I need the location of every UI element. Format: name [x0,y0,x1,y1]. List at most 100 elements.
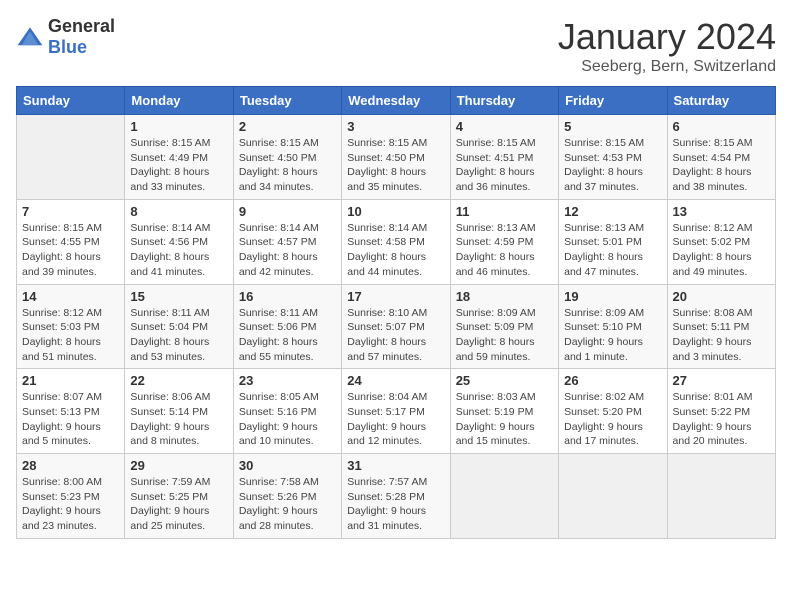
day-number: 29 [130,458,227,473]
calendar-cell: 3Sunrise: 8:15 AMSunset: 4:50 PMDaylight… [342,115,450,200]
calendar-cell: 25 Sunrise: 8:03 AMSunset: 5:19 PMDayligh… [450,369,558,454]
day-info: Sunrise: 8:11 AMSunset: 5:04 PMDaylight:… [130,306,227,365]
weekday-header: Sunday [17,87,125,115]
calendar-subtitle: Seeberg, Bern, Switzerland [558,58,776,76]
day-info: Sunrise: 8:06 AMSunset: 5:14 PMDaylight:… [130,390,227,449]
calendar-week-row: 14Sunrise: 8:12 AMSunset: 5:03 PMDayligh… [17,284,776,369]
calendar-cell [667,454,775,539]
logo-blue: Blue [48,37,87,57]
day-info: Sunrise: 8:14 AMSunset: 4:56 PMDaylight:… [130,221,227,280]
day-number: 19 [564,289,661,304]
calendar-cell: 6 Sunrise: 8:15 AMSunset: 4:54 PMDaylight… [667,115,775,200]
logo-general: General [48,16,115,36]
day-info: Sunrise: 8:15 AMSunset: 4:54 PMDaylight:… [673,136,770,195]
day-number: 23 [239,373,336,388]
logo-text: General Blue [48,16,115,58]
calendar-cell: 24 Sunrise: 8:04 AMSunset: 5:17 PMDayligh… [342,369,450,454]
day-number: 28 [22,458,119,473]
day-info: Sunrise: 8:03 AMSunset: 5:19 PMDaylight:… [456,390,553,449]
calendar-cell: 8 Sunrise: 8:14 AMSunset: 4:56 PMDaylight… [125,199,233,284]
day-number: 8 [130,204,227,219]
calendar-cell: 18 Sunrise: 8:09 AMSunset: 5:09 PMDayligh… [450,284,558,369]
calendar-cell: 13 Sunrise: 8:12 AMSunset: 5:02 PMDayligh… [667,199,775,284]
day-number: 24 [347,373,444,388]
calendar-cell: 26 Sunrise: 8:02 AMSunset: 5:20 PMDayligh… [559,369,667,454]
calendar-cell: 21 Sunrise: 8:07 AMSunset: 5:13 PMDayligh… [17,369,125,454]
day-info: Sunrise: 8:09 AMSunset: 5:09 PMDaylight:… [456,306,553,365]
day-number: 21 [22,373,119,388]
day-info: Sunrise: 8:04 AMSunset: 5:17 PMDaylight:… [347,390,444,449]
day-number: 5 [564,119,661,134]
day-number: 13 [673,204,770,219]
calendar-title: January 2024 [558,16,776,58]
day-info: Sunrise: 8:15 AMSunset: 4:55 PMDaylight:… [22,221,119,280]
weekday-header: Tuesday [233,87,341,115]
calendar-cell: 14Sunrise: 8:12 AMSunset: 5:03 PMDayligh… [17,284,125,369]
day-number: 18 [456,289,553,304]
calendar-cell: 1 Sunrise: 8:15 AMSunset: 4:49 PMDaylight… [125,115,233,200]
calendar-cell: 31 Sunrise: 7:57 AMSunset: 5:28 PMDayligh… [342,454,450,539]
logo-icon [16,26,44,48]
day-number: 9 [239,204,336,219]
day-number: 14 [22,289,119,304]
day-number: 22 [130,373,227,388]
calendar-cell: 7 Sunrise: 8:15 AMSunset: 4:55 PMDaylight… [17,199,125,284]
day-info: Sunrise: 8:10 AMSunset: 5:07 PMDaylight:… [347,306,444,365]
day-number: 20 [673,289,770,304]
calendar-cell: 17 Sunrise: 8:10 AMSunset: 5:07 PMDayligh… [342,284,450,369]
calendar-cell: 23 Sunrise: 8:05 AMSunset: 5:16 PMDayligh… [233,369,341,454]
day-info: Sunrise: 8:15 AMSunset: 4:50 PMDaylight:… [239,136,336,195]
calendar-cell: 19Sunrise: 8:09 AMSunset: 5:10 PMDayligh… [559,284,667,369]
day-number: 2 [239,119,336,134]
weekday-header-row: SundayMondayTuesdayWednesdayThursdayFrid… [17,87,776,115]
day-number: 12 [564,204,661,219]
calendar-cell: 2 Sunrise: 8:15 AMSunset: 4:50 PMDaylight… [233,115,341,200]
day-number: 15 [130,289,227,304]
day-info: Sunrise: 8:15 AMSunset: 4:50 PMDaylight:… [347,136,444,195]
day-info: Sunrise: 8:14 AMSunset: 4:58 PMDaylight:… [347,221,444,280]
day-number: 6 [673,119,770,134]
day-info: Sunrise: 8:12 AMSunset: 5:02 PMDaylight:… [673,221,770,280]
calendar-cell: 28Sunrise: 8:00 AMSunset: 5:23 PMDayligh… [17,454,125,539]
calendar-cell: 22 Sunrise: 8:06 AMSunset: 5:14 PMDayligh… [125,369,233,454]
day-info: Sunrise: 8:15 AMSunset: 4:49 PMDaylight:… [130,136,227,195]
day-number: 7 [22,204,119,219]
day-number: 17 [347,289,444,304]
day-info: Sunrise: 8:15 AMSunset: 4:53 PMDaylight:… [564,136,661,195]
day-info: Sunrise: 7:59 AMSunset: 5:25 PMDaylight:… [130,475,227,534]
calendar-cell: 15 Sunrise: 8:11 AMSunset: 5:04 PMDayligh… [125,284,233,369]
day-info: Sunrise: 8:02 AMSunset: 5:20 PMDaylight:… [564,390,661,449]
calendar-week-row: 21 Sunrise: 8:07 AMSunset: 5:13 PMDayligh… [17,369,776,454]
calendar-cell: 9Sunrise: 8:14 AMSunset: 4:57 PMDaylight… [233,199,341,284]
day-info: Sunrise: 8:11 AMSunset: 5:06 PMDaylight:… [239,306,336,365]
day-number: 31 [347,458,444,473]
day-number: 1 [130,119,227,134]
calendar-cell [450,454,558,539]
weekday-header: Wednesday [342,87,450,115]
day-info: Sunrise: 8:05 AMSunset: 5:16 PMDaylight:… [239,390,336,449]
calendar-cell: 16 Sunrise: 8:11 AMSunset: 5:06 PMDayligh… [233,284,341,369]
day-number: 27 [673,373,770,388]
weekday-header: Monday [125,87,233,115]
calendar-table: SundayMondayTuesdayWednesdayThursdayFrid… [16,86,776,539]
calendar-cell: 11Sunrise: 8:13 AMSunset: 4:59 PMDayligh… [450,199,558,284]
calendar-cell: 29 Sunrise: 7:59 AMSunset: 5:25 PMDayligh… [125,454,233,539]
calendar-week-row: 28Sunrise: 8:00 AMSunset: 5:23 PMDayligh… [17,454,776,539]
day-number: 25 [456,373,553,388]
day-info: Sunrise: 8:08 AMSunset: 5:11 PMDaylight:… [673,306,770,365]
day-info: Sunrise: 7:57 AMSunset: 5:28 PMDaylight:… [347,475,444,534]
calendar-cell: 4Sunrise: 8:15 AMSunset: 4:51 PMDaylight… [450,115,558,200]
calendar-week-row: 1 Sunrise: 8:15 AMSunset: 4:49 PMDaylight… [17,115,776,200]
calendar-cell: 30Sunrise: 7:58 AMSunset: 5:26 PMDayligh… [233,454,341,539]
weekday-header: Thursday [450,87,558,115]
calendar-cell: 27Sunrise: 8:01 AMSunset: 5:22 PMDayligh… [667,369,775,454]
calendar-cell [559,454,667,539]
day-number: 26 [564,373,661,388]
day-number: 16 [239,289,336,304]
calendar-week-row: 7 Sunrise: 8:15 AMSunset: 4:55 PMDaylight… [17,199,776,284]
weekday-header: Saturday [667,87,775,115]
calendar-cell: 10Sunrise: 8:14 AMSunset: 4:58 PMDayligh… [342,199,450,284]
day-info: Sunrise: 8:07 AMSunset: 5:13 PMDaylight:… [22,390,119,449]
logo: General Blue [16,16,115,58]
header-area: General Blue January 2024 Seeberg, Bern,… [16,16,776,76]
